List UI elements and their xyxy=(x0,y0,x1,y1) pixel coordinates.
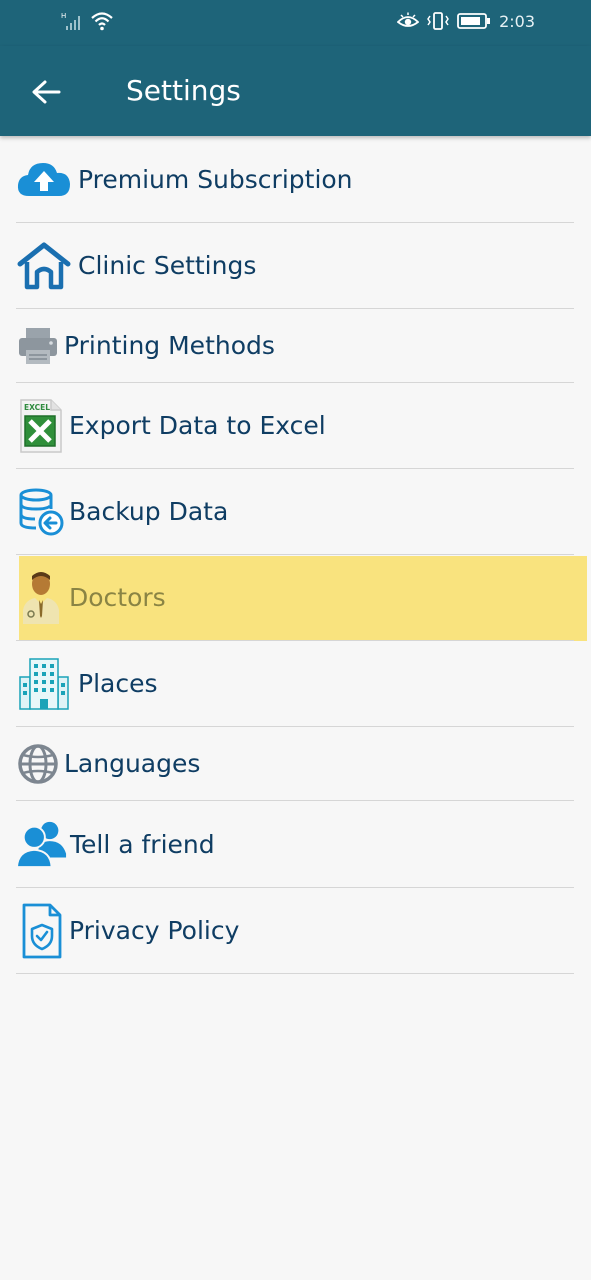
home-icon xyxy=(16,236,72,296)
doctor-icon xyxy=(16,568,66,628)
back-button[interactable] xyxy=(28,74,64,110)
database-backup-icon xyxy=(16,482,66,542)
settings-item-label: Privacy Policy xyxy=(69,916,240,945)
settings-item-places[interactable]: Places xyxy=(16,641,574,727)
status-right: 2:03 xyxy=(397,11,535,31)
settings-item-label: Printing Methods xyxy=(64,331,275,360)
settings-item-languages[interactable]: Languages xyxy=(16,727,574,801)
users-icon xyxy=(16,814,68,874)
settings-item-export-excel[interactable]: EXCEL Export Data to Excel xyxy=(16,383,574,469)
vibrate-icon xyxy=(427,12,449,30)
settings-item-label: Premium Subscription xyxy=(78,165,353,194)
wifi-icon xyxy=(91,12,113,31)
signal-icon: H xyxy=(61,12,80,30)
settings-item-clinic-settings[interactable]: Clinic Settings xyxy=(16,223,574,309)
settings-item-label: Doctors xyxy=(69,583,166,612)
settings-item-premium-subscription[interactable]: Premium Subscription xyxy=(16,137,574,223)
settings-item-label: Clinic Settings xyxy=(78,251,257,280)
arrow-left-icon xyxy=(32,80,61,104)
cloud-upload-icon xyxy=(16,150,72,210)
settings-item-backup-data[interactable]: Backup Data xyxy=(16,469,574,555)
settings-item-tell-a-friend[interactable]: Tell a friend xyxy=(16,801,574,888)
shield-document-icon xyxy=(16,901,66,961)
app-bar: Settings xyxy=(0,46,591,136)
settings-item-doctors[interactable]: Doctors xyxy=(16,555,574,641)
excel-icon: EXCEL xyxy=(16,396,64,456)
settings-item-privacy-policy[interactable]: Privacy Policy xyxy=(16,888,574,974)
eye-icon xyxy=(397,12,420,27)
settings-item-label: Export Data to Excel xyxy=(69,411,326,440)
svg-text:EXCEL: EXCEL xyxy=(24,403,50,412)
globe-icon xyxy=(16,739,60,789)
status-left: H xyxy=(60,10,114,32)
settings-item-label: Tell a friend xyxy=(70,829,215,859)
svg-text:H: H xyxy=(61,12,66,20)
status-bar: H 2:03 xyxy=(0,0,591,46)
printer-icon xyxy=(16,321,60,371)
page-title: Settings xyxy=(126,74,241,107)
building-icon xyxy=(16,654,72,714)
battery-icon xyxy=(457,13,491,29)
settings-item-label: Languages xyxy=(64,749,201,778)
status-time: 2:03 xyxy=(499,11,535,31)
settings-item-label: Places xyxy=(78,669,158,698)
settings-item-printing-methods[interactable]: Printing Methods xyxy=(16,309,574,383)
settings-item-label: Backup Data xyxy=(69,497,229,526)
